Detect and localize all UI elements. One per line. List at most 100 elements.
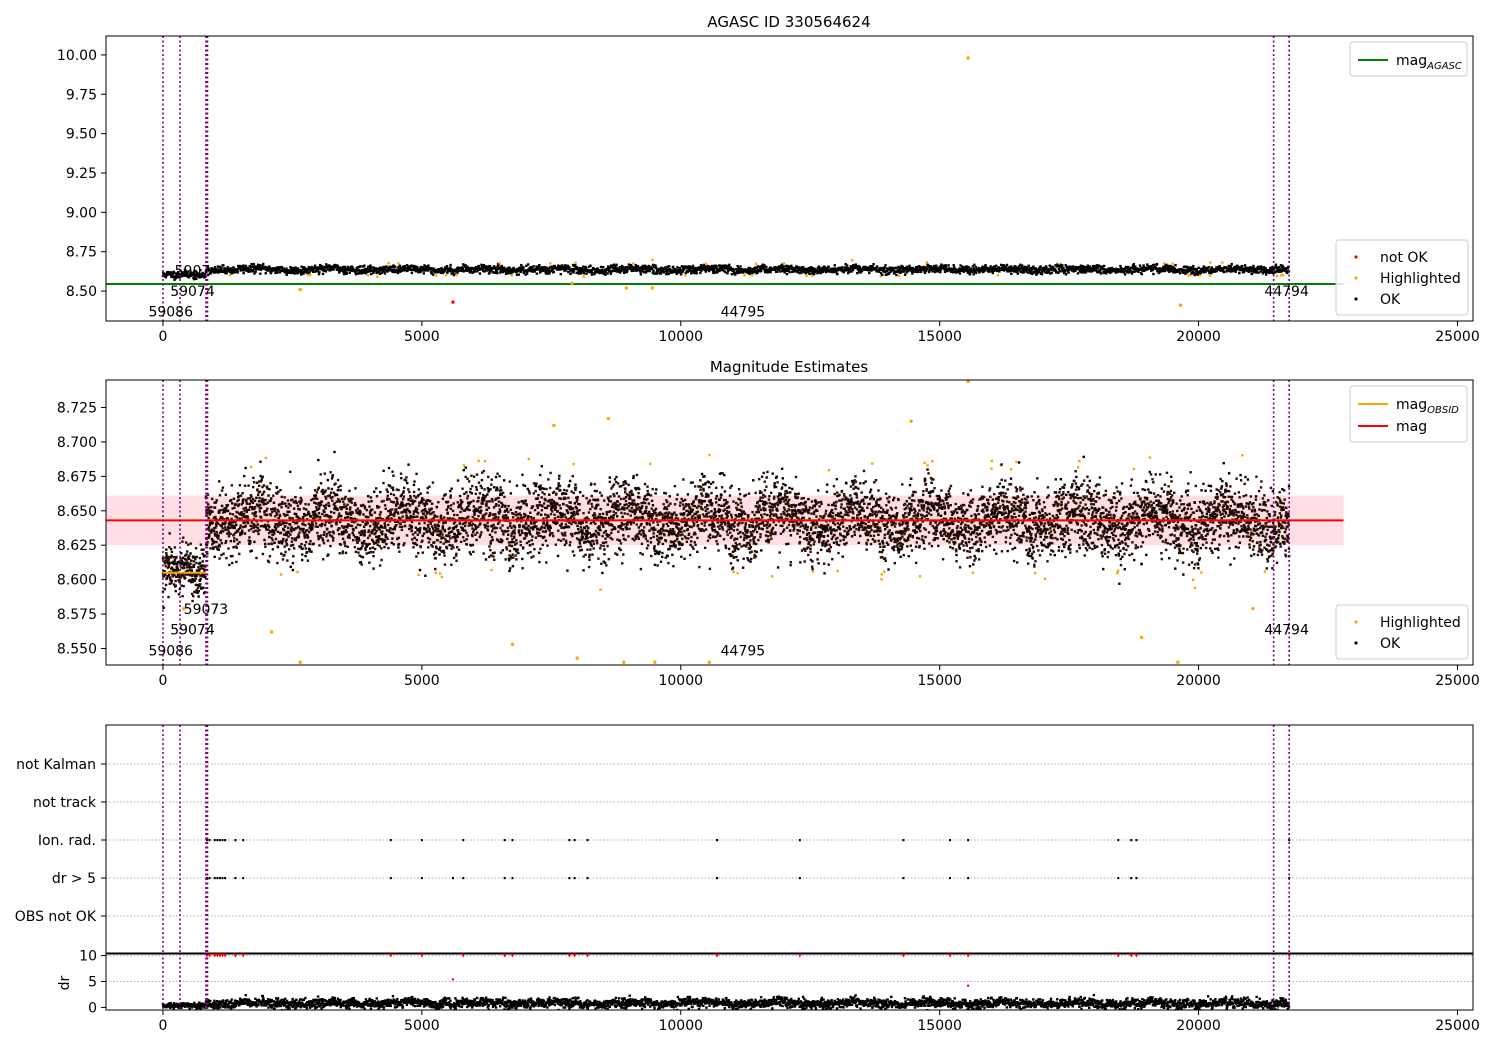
agasc-point: [538, 263, 541, 267]
estimates-point: [287, 506, 290, 509]
estimates-point: [337, 514, 341, 518]
estimates-point: [488, 545, 491, 548]
estimates-point: [330, 515, 333, 519]
agasc-point: [715, 265, 718, 268]
estimates-point: [448, 526, 451, 530]
agasc-point: [391, 270, 395, 274]
estimates-point: [537, 531, 541, 535]
estimates-point: [222, 552, 225, 555]
estimates-point: [365, 508, 369, 512]
agasc-point: [932, 264, 936, 268]
agasc-point: [769, 270, 772, 274]
agasc-point: [810, 274, 814, 277]
estimates-point: [397, 536, 400, 539]
estimates-point: [498, 508, 502, 511]
agasc-legend-marker: [1354, 297, 1358, 301]
agasc-point: [383, 272, 387, 275]
estimates-point: [270, 536, 273, 540]
estimates-point: [330, 487, 334, 491]
estimates-point: [289, 504, 292, 507]
agasc-point: [632, 269, 635, 272]
estimates-point: [395, 497, 399, 500]
estimates-point: [313, 501, 316, 504]
agasc-point: [1086, 264, 1090, 267]
estimates-point: [451, 536, 455, 539]
estimates-point: [221, 527, 224, 530]
agasc-point: [601, 265, 605, 269]
estimates-point: [350, 524, 354, 528]
estimates-point: [512, 556, 515, 559]
estimates-point: [508, 549, 512, 553]
estimates-point: [292, 555, 295, 558]
agasc-legend-label: OK: [1380, 292, 1401, 308]
estimates-point: [191, 594, 195, 598]
agasc-point: [667, 265, 671, 268]
estimates-point: [519, 540, 522, 543]
estimates-point: [505, 548, 509, 551]
estimates-point: [363, 534, 366, 537]
agasc-point: [634, 263, 638, 267]
agasc-point: [1192, 264, 1195, 268]
agasc-point: [1084, 270, 1088, 273]
agasc-point: [365, 267, 369, 271]
estimates-point: [238, 541, 241, 544]
estimates-point: [417, 504, 421, 507]
agasc-legend-marker: [1354, 276, 1358, 280]
agasc-point: [1197, 266, 1200, 270]
estimates-point: [170, 550, 174, 554]
estimates-point: [383, 545, 386, 549]
agasc-point: [881, 273, 884, 277]
estimates-point: [313, 489, 317, 492]
estimates-point: [384, 526, 387, 530]
estimates-point: [257, 480, 261, 483]
agasc-y-tick-label: 8.50: [66, 284, 97, 300]
agasc-point: [787, 268, 790, 271]
estimates-point: [256, 523, 260, 526]
estimates-point: [488, 512, 492, 515]
agasc-y-tick-label: 9.00: [66, 205, 97, 221]
estimates-point: [235, 538, 239, 541]
agasc-point: [338, 271, 341, 274]
estimates-point: [364, 548, 367, 552]
estimates-point: [321, 512, 324, 516]
estimates-point: [271, 510, 274, 514]
estimates-point: [264, 498, 267, 502]
estimates-point: [175, 555, 178, 559]
estimates-point: [475, 473, 479, 476]
estimates-point: [514, 554, 517, 557]
agasc-point: [632, 262, 635, 265]
estimates-point: [459, 540, 463, 544]
agasc-point: [341, 265, 345, 269]
estimates-point: [459, 510, 462, 514]
estimates-point: [417, 488, 421, 491]
estimates-point: [247, 484, 250, 487]
estimates-point: [493, 551, 496, 554]
estimates-point: [251, 507, 254, 511]
estimates-point: [221, 486, 225, 489]
agasc-point: [549, 262, 552, 265]
estimates-point: [211, 510, 214, 513]
estimates-point: [535, 482, 538, 485]
agasc-point: [251, 269, 255, 273]
estimates-point: [331, 499, 334, 502]
estimates-point: [241, 491, 244, 495]
estimates-point: [472, 550, 475, 554]
estimates-point: [499, 486, 502, 489]
estimates-point: [390, 508, 394, 511]
estimates-point: [167, 558, 170, 561]
estimates-point: [379, 511, 382, 514]
estimates-point: [330, 525, 333, 528]
agasc-point: [370, 272, 373, 276]
estimates-point: [376, 543, 379, 546]
estimates-point: [480, 531, 483, 534]
agasc-point: [374, 267, 378, 270]
estimates-point: [456, 479, 460, 482]
estimates-point: [382, 481, 385, 485]
agasc-point: [894, 266, 898, 270]
estimates-point: [475, 486, 478, 489]
estimates-point: [482, 469, 486, 473]
estimates-point: [273, 507, 277, 510]
estimates-point: [277, 490, 280, 493]
estimates-point: [489, 548, 492, 552]
estimates-point: [469, 553, 473, 556]
